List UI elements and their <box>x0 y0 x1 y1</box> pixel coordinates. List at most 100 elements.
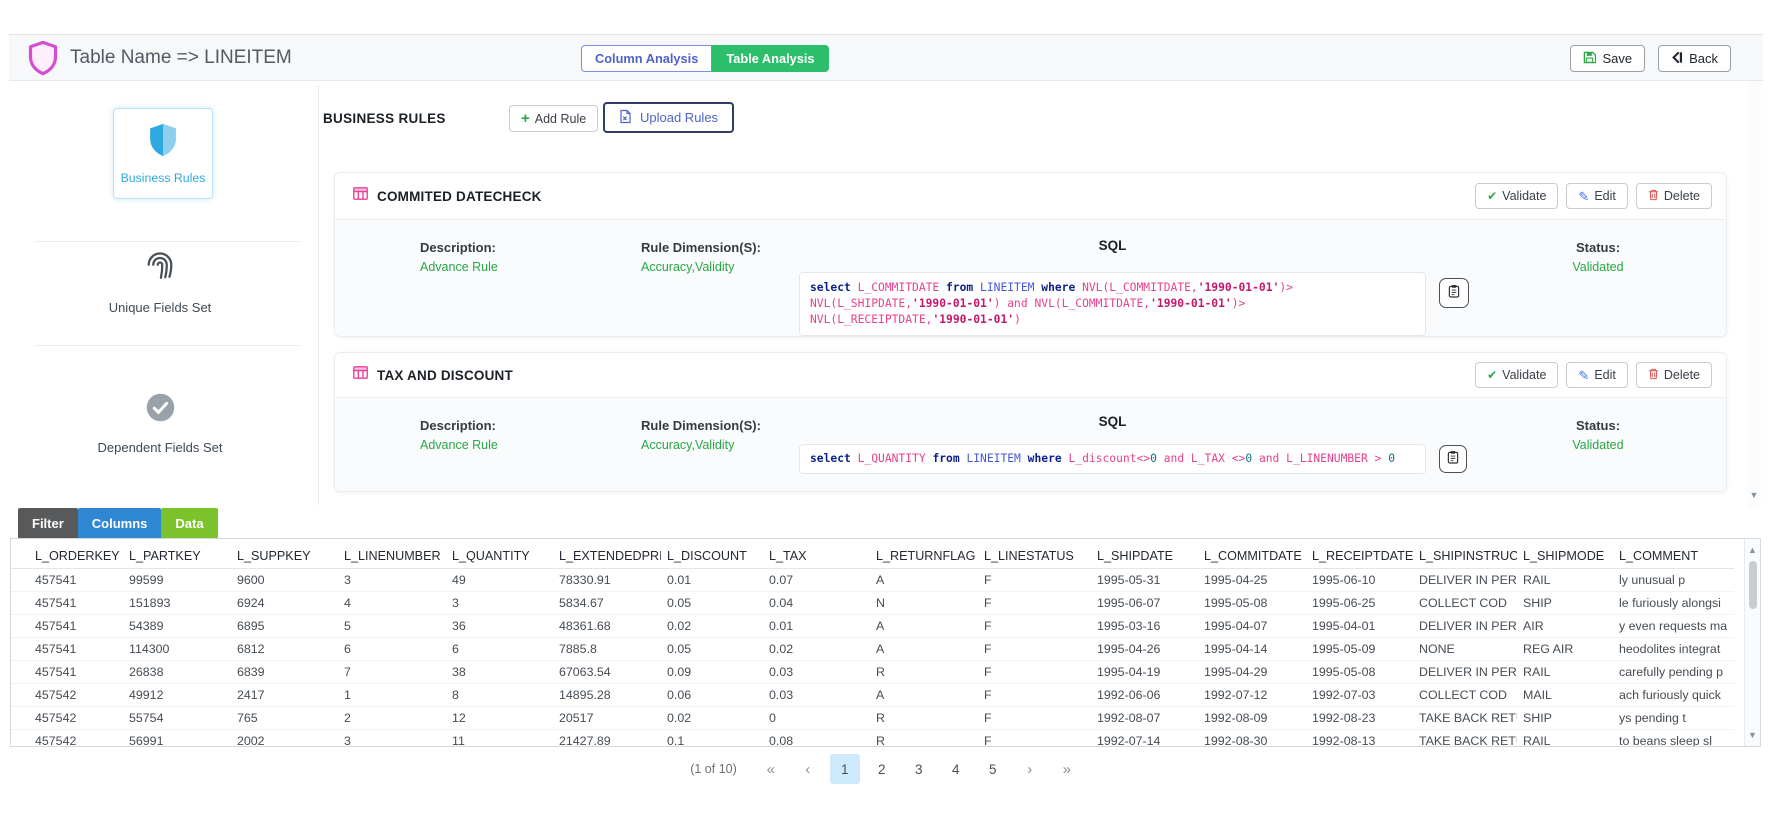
table-cell: 1992-08-09 <box>1198 706 1306 729</box>
tab-filter[interactable]: Filter <box>18 508 78 538</box>
tab-data[interactable]: Data <box>161 508 217 538</box>
table-cell: 1995-04-01 <box>1306 614 1413 637</box>
save-button[interactable]: Save <box>1570 45 1645 72</box>
table-cell: F <box>978 591 1091 614</box>
table-cell: R <box>870 729 978 746</box>
sidebar-item-label: Dependent Fields Set <box>97 440 222 455</box>
table-cell: 8 <box>446 683 553 706</box>
column-header: L_SHIPINSTRUCT <box>1413 539 1517 568</box>
copy-sql-button[interactable] <box>1439 445 1467 473</box>
table-cell: 114300 <box>123 637 231 660</box>
table-cell: 38 <box>446 660 553 683</box>
last-page-button[interactable]: » <box>1052 754 1082 784</box>
rule-card-header: COMMITED DATECHECK ✔Validate ✎Edit Delet… <box>335 173 1726 219</box>
table-row: 45754256991200231121427.890.10.08RF1992-… <box>11 729 1734 746</box>
table-cell: DELIVER IN PERSO <box>1413 568 1517 591</box>
scrollbar-thumb[interactable] <box>1749 561 1757 609</box>
tab-column-analysis[interactable]: Column Analysis <box>581 45 712 72</box>
table-scrollbar[interactable]: ▲ ▼ <box>1744 539 1760 746</box>
fingerprint-icon <box>142 247 178 289</box>
table-cell: 4 <box>338 591 446 614</box>
table-cell: 9600 <box>231 568 338 591</box>
tab-columns[interactable]: Columns <box>78 508 162 538</box>
scroll-up-icon[interactable]: ▲ <box>1745 545 1760 555</box>
table-cell: 1992-08-13 <box>1306 729 1413 746</box>
rule-dimension-field: Rule Dimension(S): Accuracy,Validity <box>641 418 761 452</box>
scroll-down-icon[interactable]: ▼ <box>1745 730 1760 740</box>
first-page-button[interactable]: « <box>756 754 786 784</box>
table-cell: ys pending t <box>1613 706 1734 729</box>
validate-button[interactable]: ✔Validate <box>1475 183 1558 209</box>
edit-button[interactable]: ✎Edit <box>1566 183 1627 209</box>
edit-button[interactable]: ✎Edit <box>1566 362 1627 388</box>
add-rule-button[interactable]: + Add Rule <box>509 105 598 132</box>
header-bar: Table Name => LINEITEM Column Analysis T… <box>9 34 1763 81</box>
table-cell: 67063.54 <box>553 660 661 683</box>
table-cell: 1995-05-31 <box>1091 568 1198 591</box>
table-grid-icon <box>353 366 368 384</box>
sidebar-item-dependent-fields-set[interactable]: Dependent Fields Set <box>10 391 310 455</box>
delete-button[interactable]: Delete <box>1636 362 1712 388</box>
back-button[interactable]: Back <box>1658 45 1731 72</box>
page-button-1[interactable]: 1 <box>830 754 860 784</box>
sql-code: select L_COMMITDATE from LINEITEM where … <box>799 272 1426 336</box>
table-cell: RAIL <box>1517 568 1613 591</box>
rule-dimension-value: Accuracy,Validity <box>641 438 761 452</box>
table-cell: 0.02 <box>763 637 870 660</box>
table-cell: 20517 <box>553 706 661 729</box>
page-button-4[interactable]: 4 <box>941 754 971 784</box>
table-cell: DELIVER IN PERSO <box>1413 660 1517 683</box>
table-cell: AIR <box>1517 614 1613 637</box>
clipboard-icon <box>1448 284 1460 303</box>
trash-icon <box>1648 189 1659 204</box>
table-cell: 1992-08-23 <box>1306 706 1413 729</box>
rule-actions: ✔Validate ✎Edit Delete <box>1475 183 1712 209</box>
table-cell: 0.09 <box>661 660 763 683</box>
table-cell: N <box>870 591 978 614</box>
upload-rules-button[interactable]: Upload Rules <box>603 102 734 133</box>
table-cell: 55754 <box>123 706 231 729</box>
description-field: Description: Advance Rule <box>420 240 498 274</box>
table-cell: 457541 <box>11 591 123 614</box>
table-cell: 56991 <box>123 729 231 746</box>
table-cell: 0.01 <box>763 614 870 637</box>
table-cell: COLLECT COD <box>1413 591 1517 614</box>
sql-field: SQL select L_QUANTITY from LINEITEM wher… <box>799 398 1426 491</box>
page-button-2[interactable]: 2 <box>867 754 897 784</box>
table-cell: 1992-07-12 <box>1198 683 1306 706</box>
rule-card-body: Description: Advance Rule Rule Dimension… <box>335 219 1726 336</box>
column-header: L_DISCOUNT <box>661 539 763 568</box>
table-cell: 0.02 <box>661 706 763 729</box>
prev-page-button[interactable]: ‹ <box>793 754 823 784</box>
sidebar-item-label: Business Rules <box>121 171 206 185</box>
sidebar-item-business-rules[interactable]: Business Rules <box>113 108 213 199</box>
table-cell: 49912 <box>123 683 231 706</box>
table-cell: 1 <box>338 683 446 706</box>
page-button-3[interactable]: 3 <box>904 754 934 784</box>
table-cell: 1995-04-14 <box>1198 637 1306 660</box>
copy-sql-button[interactable] <box>1439 278 1469 308</box>
table-cell: 1992-07-03 <box>1306 683 1413 706</box>
scroll-down-icon[interactable]: ▼ <box>1747 490 1761 500</box>
table-header-row: L_ORDERKEYL_PARTKEYL_SUPPKEYL_LINENUMBER… <box>11 539 1734 568</box>
table-cell: 1995-06-07 <box>1091 591 1198 614</box>
validate-button[interactable]: ✔Validate <box>1475 362 1558 388</box>
upload-file-icon <box>619 109 632 127</box>
table-row: 45754126838683973867063.540.090.03RF1995… <box>11 660 1734 683</box>
business-rules-heading: BUSINESS RULES <box>323 111 446 126</box>
next-page-button[interactable]: › <box>1015 754 1045 784</box>
data-table-scroll-area: L_ORDERKEYL_PARTKEYL_SUPPKEYL_LINENUMBER… <box>11 539 1744 746</box>
sidebar-divider <box>34 241 300 242</box>
page-button-5[interactable]: 5 <box>978 754 1008 784</box>
sidebar-item-unique-fields-set[interactable]: Unique Fields Set <box>10 247 310 315</box>
table-cell: 21427.89 <box>553 729 661 746</box>
table-cell: 6 <box>446 637 553 660</box>
table-cell: 0.1 <box>661 729 763 746</box>
delete-button[interactable]: Delete <box>1636 183 1712 209</box>
table-cell: 0.03 <box>763 683 870 706</box>
tab-table-analysis[interactable]: Table Analysis <box>712 45 828 72</box>
column-header: L_PARTKEY <box>123 539 231 568</box>
table-cell: 151893 <box>123 591 231 614</box>
rules-scrollbar[interactable]: ▼ <box>1747 81 1761 508</box>
table-cell: MAIL <box>1517 683 1613 706</box>
